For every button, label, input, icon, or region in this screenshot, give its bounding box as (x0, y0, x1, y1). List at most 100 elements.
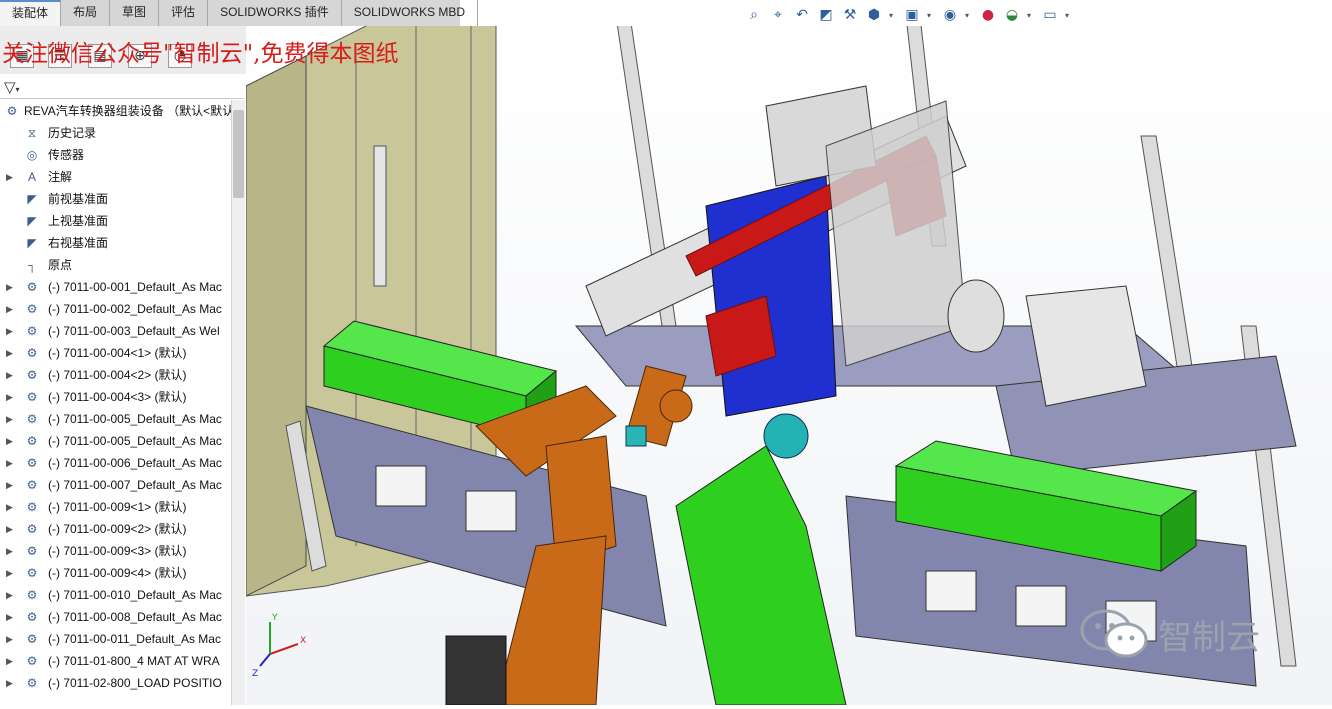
tree-item[interactable]: ▶ ⚙ (-) 7011-02-800_LOAD POSITIO (0, 672, 232, 694)
expand-arrow-icon[interactable]: ▶ (6, 540, 13, 562)
tab-5[interactable]: SOLIDWORKS MBD (342, 0, 479, 26)
tree-item[interactable]: ▶ ⚙ (-) 7011-00-005_Default_As Mac (0, 430, 232, 452)
display-style-icon[interactable]: ▣ (903, 6, 921, 24)
tree-item[interactable]: ▶ ⚙ (-) 7011-00-001_Default_As Mac (0, 276, 232, 298)
tree-item[interactable]: ▶ ⚙ (-) 7011-00-009<3> (默认) (0, 540, 232, 562)
tab-0[interactable]: 装配体 (0, 0, 62, 26)
expand-arrow-icon[interactable]: ▶ (6, 386, 13, 408)
subassembly-icon: ⚙ (26, 390, 38, 404)
wechat-icon (1080, 609, 1148, 658)
subassembly-icon: ⚙ (26, 566, 38, 580)
tree-item[interactable]: ◎ 传感器 (0, 144, 232, 166)
apply-scene-icon[interactable]: ◒ (1003, 6, 1021, 24)
chevron-down-icon[interactable]: ▾ (927, 11, 935, 20)
tree-item[interactable]: ◤ 右视基准面 (0, 232, 232, 254)
tree-item[interactable]: ▶ ⚙ (-) 7011-00-006_Default_As Mac (0, 452, 232, 474)
previous-view-icon[interactable]: ↶ (793, 6, 811, 24)
tree-item[interactable]: ▶ ⚙ (-) 7011-00-010_Default_As Mac (0, 584, 232, 606)
subassembly-icon: ⚙ (26, 346, 38, 360)
tree-item-label: (-) 7011-00-004<1> (默认) (48, 346, 187, 360)
tree-item-label: (-) 7011-00-005_Default_As Mac (48, 412, 222, 426)
tree-item[interactable]: ┐ 原点 (0, 254, 232, 276)
tree-item[interactable]: ▶ A 注解 (0, 166, 232, 188)
tab-4[interactable]: SOLIDWORKS 插件 (208, 0, 342, 26)
expand-arrow-icon[interactable]: ▶ (6, 320, 13, 342)
subassembly-icon: ⚙ (26, 544, 38, 558)
tree-item-label: 历史记录 (48, 126, 97, 140)
triad-x-label: X (300, 636, 306, 646)
expand-arrow-icon[interactable]: ▶ (6, 298, 13, 320)
tree-item-label: 注解 (48, 170, 73, 184)
tab-1[interactable]: 布局 (61, 0, 111, 26)
tab-2[interactable]: 草图 (110, 0, 160, 26)
tree-item-label: (-) 7011-00-009<3> (默认) (48, 544, 187, 558)
tree-item[interactable]: ▶ ⚙ (-) 7011-00-004<2> (默认) (0, 364, 232, 386)
scrollbar-thumb[interactable] (233, 110, 244, 198)
zoom-to-area-icon[interactable]: ⌖ (769, 6, 787, 24)
expand-arrow-icon[interactable]: ▶ (6, 452, 13, 474)
subassembly-icon: ⚙ (26, 588, 38, 602)
subassembly-icon: ⚙ (26, 302, 38, 316)
expand-arrow-icon[interactable]: ▶ (6, 672, 13, 694)
expand-arrow-icon[interactable]: ▶ (6, 430, 13, 452)
tree-item[interactable]: ▶ ⚙ (-) 7011-00-007_Default_As Mac (0, 474, 232, 496)
chevron-down-icon[interactable]: ▾ (889, 11, 897, 20)
view-orientation-icon[interactable]: ⬢ (865, 6, 883, 24)
tree-item[interactable]: ▶ ⚙ (-) 7011-00-005_Default_As Mac (0, 408, 232, 430)
chevron-down-icon[interactable]: ▾ (965, 11, 973, 20)
tree-item[interactable]: ▶ ⚙ (-) 7011-00-003_Default_As Wel (0, 320, 232, 342)
expand-arrow-icon[interactable]: ▶ (6, 518, 13, 540)
section-view-icon[interactable]: ◩ (817, 6, 835, 24)
tree-item-label: (-) 7011-00-005_Default_As Mac (48, 434, 222, 448)
expand-arrow-icon[interactable]: ▶ (6, 496, 13, 518)
tree-item[interactable]: ▶ ⚙ (-) 7011-00-011_Default_As Mac (0, 628, 232, 650)
expand-arrow-icon[interactable]: ▶ (6, 474, 13, 496)
zoom-to-fit-icon[interactable]: ⌕ (745, 6, 763, 24)
filter-icon[interactable]: ▽▾ (4, 78, 20, 96)
subassembly-icon: ⚙ (26, 500, 38, 514)
tab-3[interactable]: 评估 (159, 0, 209, 26)
tree-item[interactable]: ▶ ⚙ (-) 7011-00-009<2> (默认) (0, 518, 232, 540)
tree-item[interactable]: ▶ ⚙ (-) 7011-00-004<1> (默认) (0, 342, 232, 364)
edit-appearance-icon[interactable]: ● (979, 6, 997, 24)
expand-arrow-icon[interactable]: ▶ (6, 584, 13, 606)
tree-item[interactable]: ⧖ 历史记录 (0, 122, 232, 144)
tree-item-label: 传感器 (48, 148, 85, 162)
tree-item[interactable]: ▶ ⚙ (-) 7011-00-002_Default_As Mac (0, 298, 232, 320)
view-settings-icon[interactable]: ▭ (1041, 6, 1059, 24)
expand-arrow-icon[interactable]: ▶ (6, 606, 13, 628)
chevron-down-icon[interactable]: ▾ (1027, 11, 1035, 20)
tree-item[interactable]: ▶ ⚙ (-) 7011-00-008_Default_As Mac (0, 606, 232, 628)
graphics-area[interactable]: X Y Z (245, 5, 1332, 706)
tree-item-label: 前视基准面 (48, 192, 109, 206)
feature-tree-scrollbar[interactable] (231, 100, 245, 705)
tree-item-label: (-) 7011-00-007_Default_As Mac (48, 478, 222, 492)
expand-arrow-icon[interactable]: ▶ (6, 342, 13, 364)
tree-item[interactable]: ▶ ⚙ (-) 7011-00-009<4> (默认) (0, 562, 232, 584)
tree-root[interactable]: ⚙ REVA汽车转换器组装设备 （默认<默认 (0, 100, 232, 122)
tree-item[interactable]: ◤ 上视基准面 (0, 210, 232, 232)
tree-item[interactable]: ▶ ⚙ (-) 7011-01-800_4 MAT AT WRA (0, 650, 232, 672)
plane-icon: ◤ (27, 236, 37, 250)
expand-arrow-icon[interactable]: ▶ (6, 276, 13, 298)
hide-show-items-icon[interactable]: ◉ (941, 6, 959, 24)
dynamic-annotation-icon[interactable]: ⚒ (841, 6, 859, 24)
tree-item[interactable]: ▶ ⚙ (-) 7011-00-004<3> (默认) (0, 386, 232, 408)
expand-arrow-icon[interactable]: ▶ (6, 562, 13, 584)
annotation-icon: A (27, 170, 36, 184)
expand-arrow-icon[interactable]: ▶ (6, 408, 13, 430)
expand-arrow-icon[interactable]: ▶ (6, 628, 13, 650)
tree-item[interactable]: ▶ ⚙ (-) 7011-00-009<1> (默认) (0, 496, 232, 518)
tree-item[interactable]: ◤ 前视基准面 (0, 188, 232, 210)
tree-item-label: (-) 7011-00-009<4> (默认) (48, 566, 187, 580)
plane-icon: ◤ (27, 192, 37, 206)
expand-arrow-icon[interactable]: ▶ (6, 650, 13, 672)
expand-arrow-icon[interactable]: ▶ (6, 364, 13, 386)
subassembly-icon: ⚙ (26, 368, 38, 382)
subassembly-icon: ⚙ (26, 632, 38, 646)
tree-item-label: (-) 7011-01-800_4 MAT AT WRA (48, 654, 220, 668)
chevron-down-icon[interactable]: ▾ (1065, 11, 1073, 20)
assembly-model-render[interactable]: X Y Z (245, 5, 1332, 706)
expand-arrow-icon[interactable]: ▶ (6, 166, 13, 188)
subassembly-icon: ⚙ (26, 434, 38, 448)
